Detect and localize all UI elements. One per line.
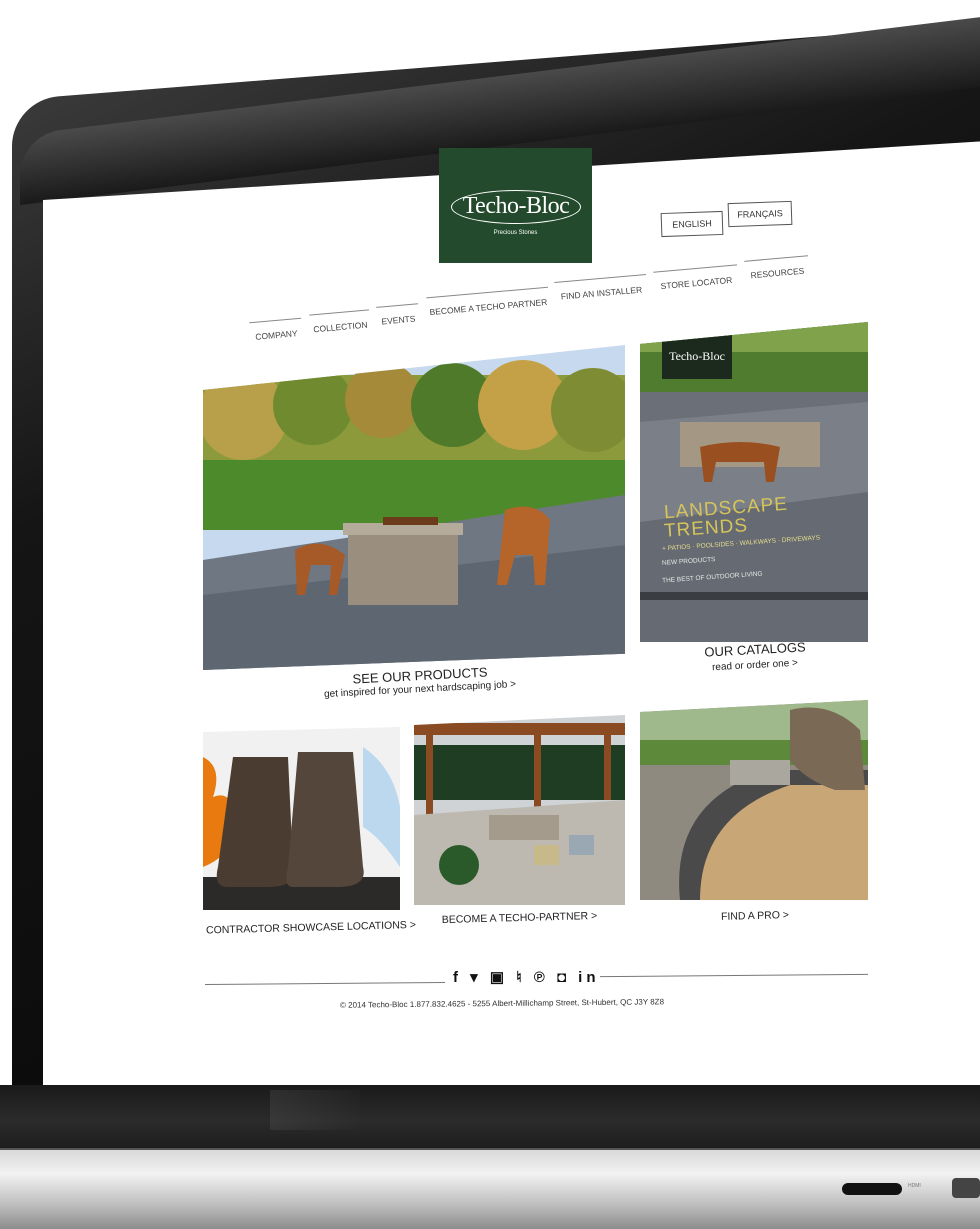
- language-english-button[interactable]: ENGLISH: [660, 210, 724, 238]
- pergola-patio-illustration: [414, 715, 625, 905]
- language-french-button[interactable]: FRANÇAIS: [727, 200, 793, 228]
- catalog-cover-image[interactable]: Techo-Bloc LANDSCAPE TRENDS + PATIOS · P…: [640, 322, 868, 642]
- hero-patio-illustration: [203, 345, 625, 670]
- social-icons-row[interactable]: f ▾ ▣ ♮ ℗ ◘ in: [453, 968, 600, 986]
- contractor-showcase-image[interactable]: [203, 727, 400, 910]
- paver-installation-illustration: [640, 700, 868, 900]
- laptop-chin-reflection: [270, 1090, 360, 1130]
- hdmi-port: [842, 1183, 902, 1195]
- logo-wordmark: Techo-Bloc: [451, 190, 581, 224]
- logo-tagline: Precious Stones: [493, 230, 538, 236]
- find-pro-image[interactable]: [640, 700, 868, 900]
- techo-partner-image[interactable]: [414, 715, 625, 905]
- usb-port: [952, 1178, 980, 1198]
- hero-products-image[interactable]: [203, 345, 625, 670]
- work-boots-illustration: [203, 727, 400, 910]
- laptop-base: [0, 1150, 980, 1229]
- hdmi-port-label: HDMI: [908, 1183, 921, 1189]
- nav-events[interactable]: EVENTS: [376, 303, 420, 327]
- social-icons-glyphs[interactable]: f ▾ ▣ ♮ ℗ ◘ in: [453, 969, 600, 986]
- techo-bloc-logo[interactable]: Techo-Bloc Precious Stones: [439, 148, 592, 263]
